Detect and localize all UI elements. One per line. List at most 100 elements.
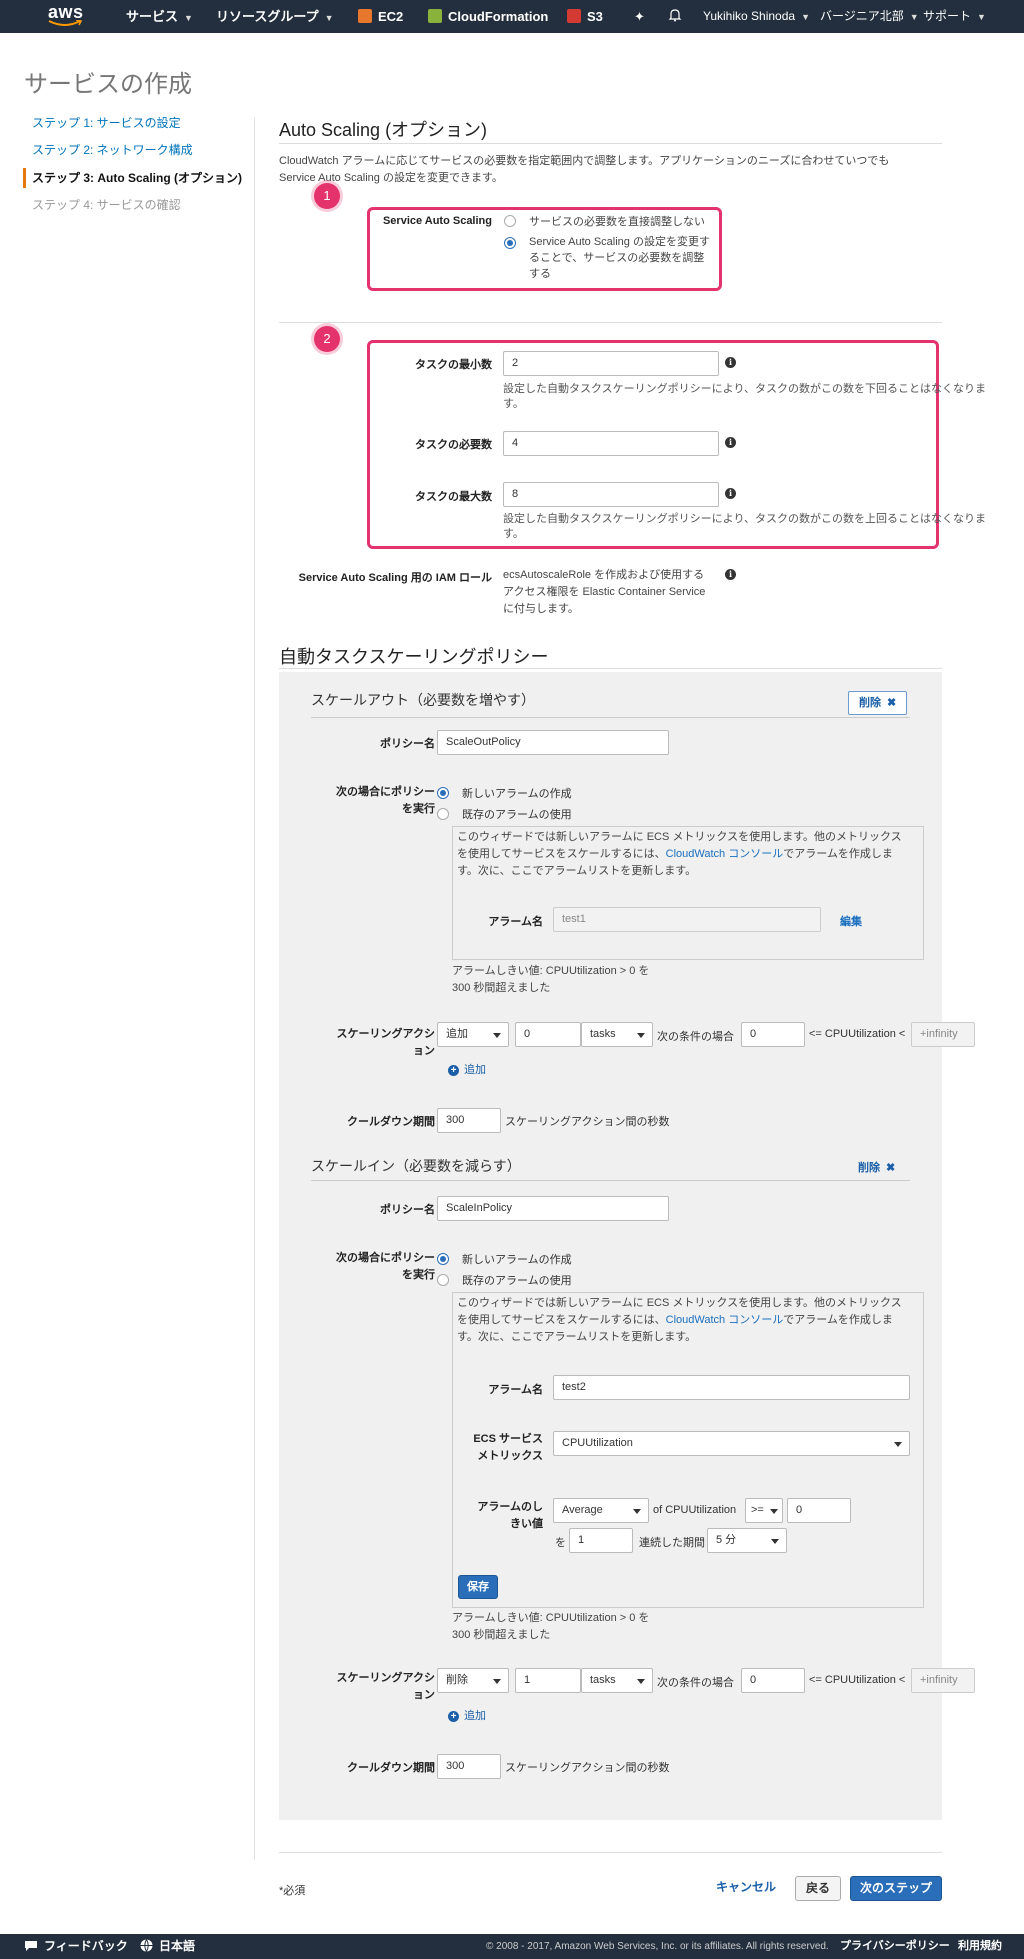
cloudwatch-console-link[interactable]: CloudWatch コンソール (666, 848, 784, 860)
next-step-button[interactable]: 次のステップ (850, 1876, 942, 1901)
scale-out-action-value-input[interactable]: 0 (515, 1022, 581, 1047)
scale-in-policy-name-input[interactable]: ScaleInPolicy (437, 1196, 669, 1221)
info-icon[interactable]: i (725, 569, 736, 580)
new-alarm-label: 新しいアラームの作成 (462, 788, 572, 800)
services-menu[interactable]: サービス ▼ (126, 0, 193, 33)
period-select[interactable]: 5 分 (707, 1528, 787, 1553)
radio-no-auto-scaling[interactable] (504, 215, 516, 227)
operator-value: >= (751, 1504, 764, 1516)
close-icon: ✖ (887, 697, 897, 709)
region-menu[interactable]: バージニア北部 ▼ (820, 0, 919, 33)
scale-out-unit-select[interactable]: tasks (581, 1022, 653, 1047)
scale-in-unit-select[interactable]: tasks (581, 1668, 653, 1693)
user-name: Yukihiko Shinoda (703, 9, 796, 23)
periods-input[interactable]: 1 (569, 1528, 633, 1553)
scale-in-lower-bound-input[interactable]: 0 (741, 1668, 805, 1693)
edit-alarm-link[interactable]: 編集 (840, 913, 862, 929)
max-tasks-input[interactable]: 8 (503, 482, 719, 507)
cooldown-label: クールダウン期間 (347, 1762, 435, 1774)
add-scaling-step-link[interactable]: + 追加 (448, 1707, 486, 1723)
scale-out-action-select[interactable]: 追加 (437, 1022, 509, 1047)
s3-icon (567, 9, 581, 23)
operator-select[interactable]: >= (745, 1498, 783, 1523)
info-icon[interactable]: i (725, 437, 736, 448)
add-label: 追加 (464, 1064, 486, 1076)
scale-out-threshold-summary: アラームしきい値: CPUUtilization > 0 を 300 秒間超えま… (452, 963, 649, 997)
pin-icon[interactable]: ✦ (634, 0, 645, 33)
desired-tasks-input[interactable]: 4 (503, 431, 719, 456)
radio-new-alarm[interactable] (437, 1253, 449, 1265)
ecs-metric-label: ECS サービス メトリックス (463, 1431, 543, 1465)
aws-logo[interactable]: aws (48, 0, 84, 29)
threshold-value-input[interactable]: 0 (787, 1498, 851, 1523)
terms-link[interactable]: 利用規約 (958, 1934, 1002, 1959)
ec2-icon (358, 9, 372, 23)
max-tasks-description: 設定した自動タスクスケーリングポリシーにより、タスクの数がこの数を上回ることはな… (503, 512, 986, 542)
language-selector[interactable]: 日本語 (140, 1934, 195, 1959)
info-icon[interactable]: i (725, 488, 736, 499)
wizard-line-2-post: でアラームを作成しま (783, 848, 893, 860)
radio-new-alarm[interactable] (437, 787, 449, 799)
globe-icon (140, 1939, 153, 1953)
vertical-divider (254, 117, 255, 1860)
save-alarm-button[interactable]: 保存 (458, 1575, 498, 1599)
cancel-button[interactable]: キャンセル (710, 1876, 782, 1901)
services-menu-label: サービス (126, 9, 179, 24)
scale-out-policy-name-input[interactable]: ScaleOutPolicy (437, 730, 669, 755)
policy-name-label: ポリシー名 (380, 738, 435, 750)
scale-out-cooldown-input[interactable]: 300 (437, 1108, 501, 1133)
of-metric-label: of CPUUtilization (653, 1504, 737, 1516)
scale-in-action-value-input[interactable]: 1 (515, 1668, 581, 1693)
cloudwatch-console-link[interactable]: CloudWatch コンソール (666, 1314, 784, 1326)
feedback-label: フィードバック (44, 1939, 128, 1953)
radio-existing-alarm[interactable] (437, 808, 449, 820)
radio-configure-auto-scaling[interactable] (504, 237, 516, 249)
support-menu[interactable]: サポート ▼ (923, 0, 986, 33)
info-icon[interactable]: i (725, 357, 736, 368)
threshold-line-2: 300 秒間超えました (452, 982, 551, 994)
feedback-link[interactable]: フィードバック (24, 1934, 128, 1959)
plus-icon: + (448, 1711, 459, 1722)
condition-label: 次の条件の場合 (657, 1677, 734, 1689)
page-title: サービスの作成 (24, 71, 192, 98)
service-auto-scaling-label: Service Auto Scaling (382, 215, 492, 227)
back-button[interactable]: 戻る (795, 1876, 841, 1901)
step-2-link[interactable]: ステップ 2: ネットワーク構成 (24, 140, 193, 160)
scale-out-lower-bound-input[interactable]: 0 (741, 1022, 805, 1047)
delete-scale-in-button[interactable]: 削除 ✖ (848, 1157, 905, 1181)
delete-scale-out-button[interactable]: 削除 ✖ (848, 691, 908, 715)
plus-icon: + (448, 1065, 459, 1076)
existing-alarm-label: 既存のアラームの使用 (462, 809, 572, 821)
scaling-action-line-1: スケーリングアクシ (336, 1672, 435, 1684)
wizard-description: このウィザードでは新しいアラームに ECS メトリックスを使用します。他のメトリ… (457, 829, 902, 880)
cooldown-unit-label: スケーリングアクション間の秒数 (505, 1116, 670, 1128)
wizard-line-3: す。次に、ここでアラームリストを更新します。 (457, 1331, 697, 1343)
metric-value: CPUUtilization (562, 1437, 633, 1449)
ec2-shortcut[interactable]: EC2 (358, 0, 403, 33)
radio-existing-alarm[interactable] (437, 1274, 449, 1286)
bell-icon[interactable] (668, 0, 682, 33)
privacy-policy-link[interactable]: プライバシーポリシー (840, 1934, 950, 1959)
scale-in-cooldown-input[interactable]: 300 (437, 1754, 501, 1779)
wizard-line-2-pre: を使用してサービスをスケールするには、 (457, 848, 666, 860)
wizard-line-1: このウィザードでは新しいアラームに ECS メトリックスを使用します。他のメトリ… (457, 831, 902, 843)
user-menu[interactable]: Yukihiko Shinoda ▼ (703, 0, 810, 33)
step-4-disabled: ステップ 4: サービスの確認 (32, 198, 181, 212)
action-value: 追加 (446, 1028, 468, 1040)
cloudformation-shortcut[interactable]: CloudFormation (428, 0, 548, 33)
statistic-select[interactable]: Average (553, 1498, 649, 1523)
s3-shortcut[interactable]: S3 (567, 0, 603, 33)
resource-groups-menu[interactable]: リソースグループ ▼ (216, 0, 334, 33)
s3-label: S3 (587, 9, 603, 24)
add-scaling-step-link[interactable]: + 追加 (448, 1061, 486, 1077)
ecs-metric-select[interactable]: CPUUtilization (553, 1431, 910, 1456)
scale-in-upper-bound-input: +infinity (911, 1668, 975, 1693)
policies-panel: スケールアウト（必要数を増やす） 削除 ✖ ポリシー名 ScaleOutPolic… (279, 672, 975, 1820)
description-line-2: Service Auto Scaling の設定を変更できます。 (279, 172, 503, 184)
min-tasks-input[interactable]: 2 (503, 351, 719, 376)
scale-in-action-select[interactable]: 削除 (437, 1668, 509, 1693)
scale-in-alarm-name-input[interactable]: test2 (553, 1375, 910, 1400)
max-tasks-label: タスクの最大数 (415, 491, 492, 503)
wizard-line-2-pre: を使用してサービスをスケールするには、 (457, 1314, 666, 1326)
step-1-link[interactable]: ステップ 1: サービスの設定 (24, 113, 181, 133)
